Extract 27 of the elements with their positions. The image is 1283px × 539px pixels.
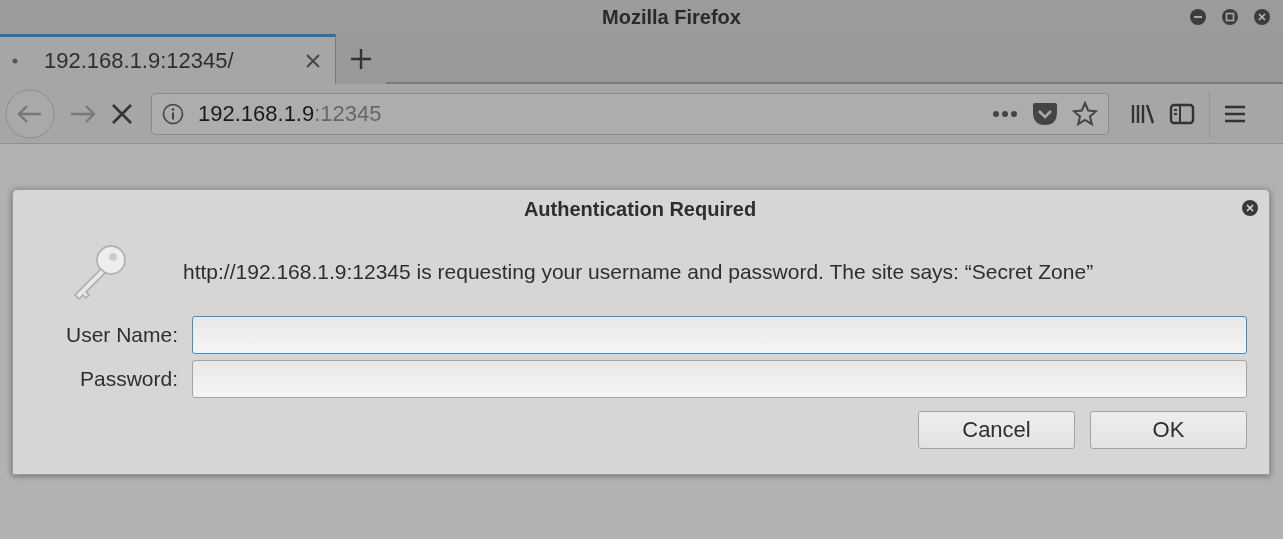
close-tab-icon[interactable]: [305, 52, 321, 69]
new-tab-icon[interactable]: [350, 48, 372, 70]
sidebar-icon[interactable]: [1169, 102, 1195, 125]
close-icon[interactable]: [1241, 199, 1259, 217]
tab-title: 192.168.1.9:12345/: [44, 47, 235, 74]
input-field[interactable]: [192, 360, 1247, 398]
dialog-message: http://192.168.1.9:12345 is requesting your username and password. The site says: “Secret Zone”: [183, 260, 1094, 284]
menu-icon[interactable]: [1224, 103, 1246, 124]
dialog-button[interactable]: OK: [1090, 411, 1247, 449]
window-title: Mozilla Firefox: [601, 5, 742, 29]
library-icon[interactable]: [1131, 102, 1155, 125]
maximize-icon[interactable]: [1221, 8, 1239, 26]
stop-icon[interactable]: [111, 102, 133, 125]
dialog-button[interactable]: Cancel: [918, 411, 1075, 449]
more-icon[interactable]: [992, 109, 1018, 118]
close-icon[interactable]: [1253, 8, 1271, 26]
loading-dot-icon: [12, 57, 18, 64]
field-label: User Name:: [64, 323, 178, 347]
dialog-title: Authentication Required: [523, 197, 757, 221]
info-icon[interactable]: [162, 102, 184, 125]
minimize-icon[interactable]: [1189, 8, 1207, 26]
address-field[interactable]: 192.168.1.9:12345: [151, 92, 1109, 135]
browser-tab[interactable]: 192.168.1.9:12345/: [0, 34, 336, 84]
star-icon[interactable]: [1072, 100, 1098, 127]
url-text: 192.168.1.9:12345: [198, 100, 382, 127]
input-field[interactable]: [192, 316, 1247, 354]
field-label: Password:: [78, 367, 178, 391]
